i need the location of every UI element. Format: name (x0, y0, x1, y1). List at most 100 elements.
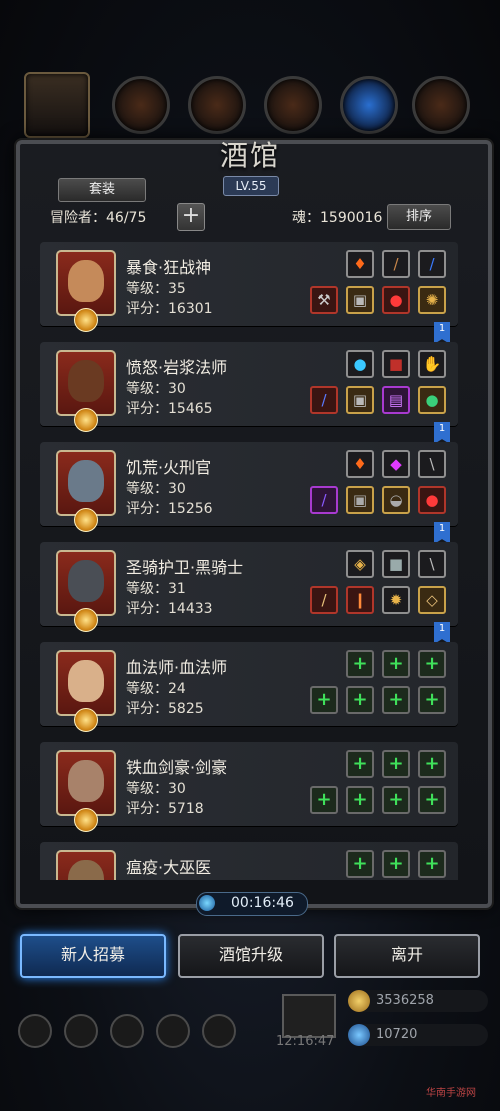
timer-text: 00:16:46 (231, 895, 294, 911)
top-slot-5[interactable] (412, 76, 470, 134)
hero-level: 等级：30 (126, 481, 186, 497)
equip-flame-icon[interactable]: ♦ (346, 450, 374, 478)
hero-row[interactable]: 血法师·血法师 等级：24 评分：5825 + + + + + + + (40, 642, 458, 732)
expand-slots-button[interactable]: + (177, 203, 205, 231)
add-equip-plus-icon[interactable]: + (382, 650, 410, 678)
upgrade-tavern-button[interactable]: 酒馆升级 (178, 934, 324, 978)
equip-chest-icon[interactable]: ▣ (346, 486, 374, 514)
recruit-timer: 00:16:46 (196, 892, 308, 916)
top-slot-3[interactable] (264, 76, 322, 134)
equip-staff-icon[interactable]: / (310, 386, 338, 414)
equip-ring-icon[interactable]: ● (418, 486, 446, 514)
hero-score: 评分：5718 (126, 801, 204, 817)
add-equip-plus-icon[interactable]: + (346, 686, 374, 714)
footer-icon-3[interactable] (110, 1014, 144, 1048)
hero-row[interactable]: 饥荒·火刑官 等级：30 评分：15256 ♦ ◆ \ / ▣ ◒ ● (40, 442, 458, 532)
hero-name: 铁血剑豪·剑豪 (126, 758, 228, 777)
hero-list: 暴食·狂战神 等级：35 评分：16301 ♦ / / ⚒ ▣ ● ✺ 1 愤怒… (40, 240, 460, 880)
top-slot-4[interactable] (340, 76, 398, 134)
equip-orb-icon[interactable]: ● (346, 350, 374, 378)
footer-icon-1[interactable] (18, 1014, 52, 1048)
equip-armor-icon[interactable]: ▣ (346, 386, 374, 414)
hero-row[interactable]: 愤怒·岩浆法师 等级：30 评分：15465 ● ■ ✋ / ▣ ▤ ● (40, 342, 458, 432)
top-slot-1[interactable] (112, 76, 170, 134)
equip-ring-icon[interactable]: ● (382, 286, 410, 314)
equip-torch-icon[interactable]: ❙ (346, 586, 374, 614)
blue-gem-icon (348, 1024, 370, 1046)
equip-wand-icon[interactable]: / (418, 250, 446, 278)
footer-icon-5[interactable] (202, 1014, 236, 1048)
rank-medal-icon (74, 708, 98, 732)
recruit-button[interactable]: 新人招募 (20, 934, 166, 978)
hero-portrait (56, 650, 116, 716)
add-equip-plus-icon[interactable]: + (418, 786, 446, 814)
hero-level: 等级：24 (126, 681, 186, 697)
equip-gem-icon[interactable]: ◆ (382, 450, 410, 478)
equip-flame-icon[interactable]: ♦ (346, 250, 374, 278)
equip-armor-icon[interactable]: ▣ (346, 286, 374, 314)
tier-flag: 1 (434, 522, 450, 544)
rank-medal-icon (74, 408, 98, 432)
equip-charm-icon[interactable]: ● (418, 386, 446, 414)
equip-scroll-icon[interactable]: ◇ (418, 586, 446, 614)
add-equip-plus-icon[interactable]: + (346, 850, 374, 878)
gold-amount: 3536258 (376, 993, 434, 1008)
add-equip-plus-icon[interactable]: + (382, 686, 410, 714)
gem-amount: 10720 (376, 1027, 418, 1042)
add-equip-plus-icon[interactable]: + (418, 686, 446, 714)
rank-medal-icon (74, 508, 98, 532)
top-slot-2[interactable] (188, 76, 246, 134)
equip-shield-icon[interactable]: ■ (382, 550, 410, 578)
add-equip-plus-icon[interactable]: + (382, 786, 410, 814)
tier-flag: 1 (434, 322, 450, 344)
add-equip-plus-icon[interactable]: + (382, 750, 410, 778)
add-equip-plus-icon[interactable]: + (346, 786, 374, 814)
equip-blade-icon[interactable]: \ (418, 450, 446, 478)
hero-row[interactable]: 铁血剑豪·剑豪 等级：30 评分：5718 + + + + + + + (40, 742, 458, 832)
player-avatar[interactable] (24, 72, 90, 138)
equip-amulet-icon[interactable]: ✺ (418, 286, 446, 314)
gift-box-icon[interactable] (282, 994, 336, 1038)
hero-row[interactable]: 瘟疫·大巫医 + + + (40, 842, 458, 880)
hero-level: 等级：30 (126, 381, 186, 397)
hero-name: 愤怒·岩浆法师 (126, 358, 228, 377)
add-equip-plus-icon[interactable]: + (310, 786, 338, 814)
footer-icon-4[interactable] (156, 1014, 190, 1048)
equip-rod-icon[interactable]: / (310, 486, 338, 514)
tier-flag: 1 (434, 422, 450, 444)
add-equip-plus-icon[interactable]: + (382, 850, 410, 878)
equip-spellbook-icon[interactable]: ▤ (382, 386, 410, 414)
gem-resource: 10720 (348, 1024, 488, 1046)
add-equip-plus-icon[interactable]: + (418, 750, 446, 778)
set-button[interactable]: 套装 (58, 178, 146, 202)
leave-button[interactable]: 离开 (334, 934, 480, 978)
equip-axe-icon[interactable]: ⚒ (310, 286, 338, 314)
add-equip-plus-icon[interactable]: + (418, 850, 446, 878)
timer-orb-icon (199, 895, 215, 911)
hero-name: 瘟疫·大巫医 (126, 858, 212, 877)
add-equip-plus-icon[interactable]: + (346, 750, 374, 778)
equip-sun-charm-icon[interactable]: ✹ (382, 586, 410, 614)
rank-medal-icon (74, 608, 98, 632)
hero-portrait (56, 250, 116, 316)
soul-label: 魂：1590016 (292, 210, 383, 226)
add-equip-plus-icon[interactable]: + (418, 650, 446, 678)
sort-button[interactable]: 排序 (387, 204, 451, 230)
add-equip-plus-icon[interactable]: + (310, 686, 338, 714)
equip-gauntlet-icon[interactable]: ■ (382, 350, 410, 378)
title-plate: 酒馆 (190, 134, 310, 178)
hero-level: 等级：30 (126, 781, 186, 797)
hero-name: 圣骑护卫·黑骑士 (126, 558, 244, 577)
tavern-level-badge: LV.55 (223, 176, 279, 196)
equip-glove-icon[interactable]: ✋ (418, 350, 446, 378)
hero-row[interactable]: 暴食·狂战神 等级：35 评分：16301 ♦ / / ⚒ ▣ ● ✺ (40, 242, 458, 332)
equip-helmet-icon[interactable]: ◒ (382, 486, 410, 514)
add-equip-plus-icon[interactable]: + (346, 650, 374, 678)
footer-icon-2[interactable] (64, 1014, 98, 1048)
equip-sword-icon[interactable]: / (310, 586, 338, 614)
equip-mace-icon[interactable]: \ (418, 550, 446, 578)
equip-lantern-icon[interactable]: ◈ (346, 550, 374, 578)
hero-row[interactable]: 圣骑护卫·黑骑士 等级：31 评分：14433 ◈ ■ \ / ❙ ✹ ◇ (40, 542, 458, 632)
hero-score: 评分：16301 (126, 301, 213, 317)
equip-club-icon[interactable]: / (382, 250, 410, 278)
